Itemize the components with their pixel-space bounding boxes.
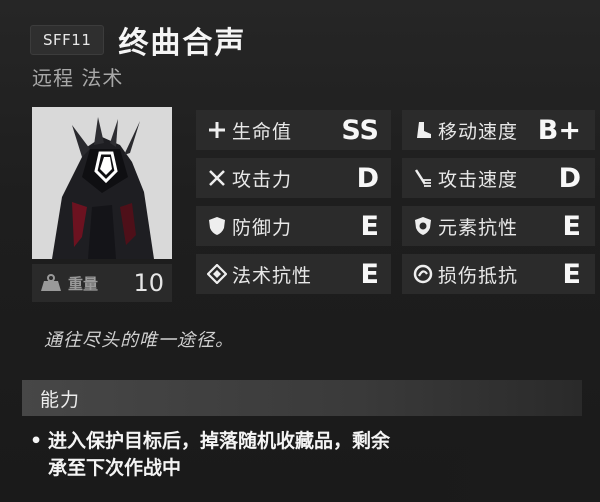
stat-label: 攻击力 (232, 168, 293, 191)
fast-sword-icon (412, 167, 434, 189)
unit-name: 终曲合声 (118, 26, 247, 61)
ability-title: 能力 (40, 388, 81, 411)
unit-type: 远程 法术 (32, 66, 124, 90)
shield-icon (206, 215, 228, 237)
weight-value: 10 (133, 269, 164, 297)
plus-icon (206, 119, 228, 141)
stat-defense: 防御力 E (196, 206, 391, 246)
stat-attack-speed: 攻击速度 D (402, 158, 595, 198)
flavor-quote: 通往尽头的唯一途径。 (44, 330, 234, 351)
stat-move-speed: 移动速度 B+ (402, 110, 595, 150)
text-fade-overlay (400, 420, 600, 502)
crossed-swords-icon (206, 167, 228, 189)
stat-label: 攻击速度 (438, 168, 519, 191)
weight-icon (41, 274, 61, 291)
stat-element-resist: 元素抗性 E (402, 206, 595, 246)
stat-grade: E (562, 210, 581, 242)
stat-grade: E (360, 210, 379, 242)
stat-hp: 生命值 SS (196, 110, 391, 150)
stat-label: 法术抗性 (232, 264, 313, 287)
diamond-icon (206, 263, 228, 285)
unit-info-panel: SFF11 终曲合声 远程 法术 重量 10 生命值 SS 移动速度 B+ 攻击… (0, 0, 600, 502)
stat-magic-resist: 法术抗性 E (196, 254, 391, 294)
stat-label: 生命值 (232, 120, 293, 143)
stat-grade: E (360, 258, 379, 290)
stat-grade: SS (341, 114, 379, 146)
unit-header: SFF11 终曲合声 (30, 18, 246, 62)
stat-label: 元素抗性 (438, 216, 519, 239)
ability-section-header: 能力 (22, 380, 582, 416)
stat-label: 损伤抵抗 (438, 264, 519, 287)
weight-display: 重量 10 (32, 264, 172, 302)
boot-icon (412, 119, 434, 141)
stat-damage-resist: 损伤抵抗 E (402, 254, 595, 294)
stat-label: 移动速度 (438, 120, 519, 143)
bullet-icon: • (30, 430, 43, 452)
portrait-art (32, 107, 172, 259)
unit-code-badge: SFF11 (30, 25, 105, 55)
stat-grade: D (558, 162, 581, 194)
stat-attack: 攻击力 D (196, 158, 391, 198)
element-shield-icon (412, 215, 434, 237)
ring-icon (412, 263, 434, 285)
stat-grade: E (562, 258, 581, 290)
stat-grade: B+ (537, 114, 581, 146)
stat-label: 防御力 (232, 216, 293, 239)
stat-grade: D (356, 162, 379, 194)
ability-line-1: 进入保护目标后，掉落随机收藏品，剩余 (48, 430, 391, 452)
character-portrait (32, 107, 172, 259)
weight-label: 重量 (68, 274, 99, 293)
